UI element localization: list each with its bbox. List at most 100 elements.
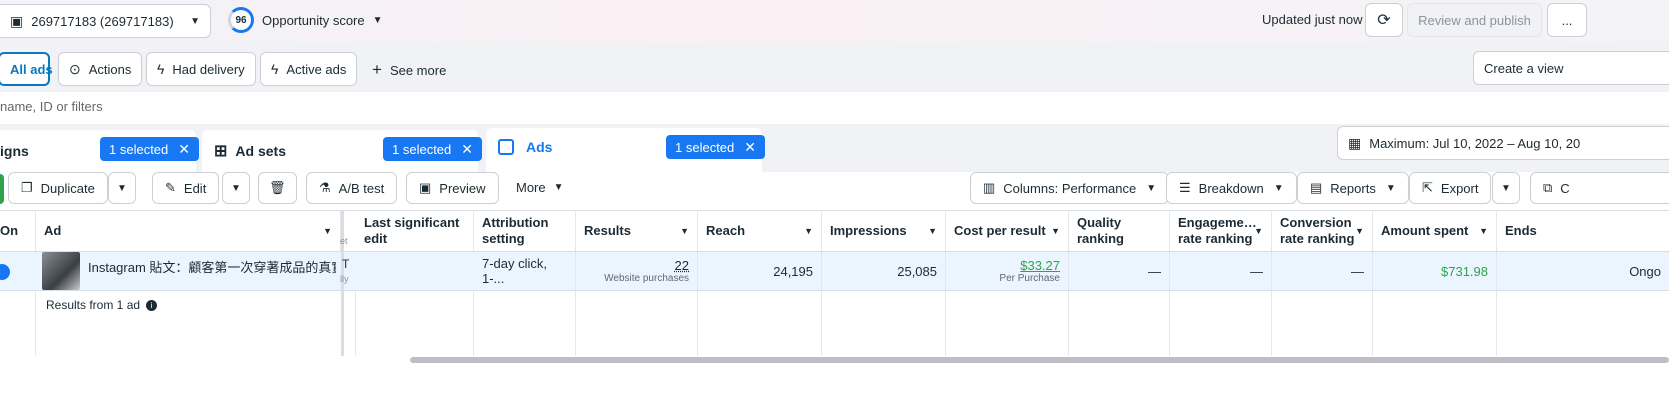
- col-reach[interactable]: Reach ▼: [698, 210, 822, 252]
- col-impressions[interactable]: Impressions ▼: [822, 210, 946, 252]
- sort-icon[interactable]: ▼: [323, 223, 332, 239]
- export-dropdown[interactable]: ▼: [1492, 172, 1520, 204]
- close-icon[interactable]: ✕: [744, 139, 756, 156]
- delete-button[interactable]: 🗑: [258, 172, 297, 204]
- score-value: 96: [235, 14, 247, 26]
- columns-button[interactable]: ▥ Columns: Performance ▼: [970, 172, 1170, 204]
- col-engagement[interactable]: Engageme… rate ranking ▼: [1170, 210, 1272, 252]
- sort-icon[interactable]: ▼: [1479, 223, 1488, 239]
- footer-area: [0, 356, 1669, 404]
- sort-icon[interactable]: ▼: [680, 223, 689, 239]
- ads-selected-chip[interactable]: 1 selected ✕: [666, 135, 765, 159]
- ab-test-button[interactable]: ⚗ A/B test: [306, 172, 398, 204]
- opportunity-score-button[interactable]: Opportunity score ▼: [262, 13, 383, 28]
- grid-icon: ⊞: [214, 143, 228, 160]
- col-ends[interactable]: Ends: [1497, 210, 1669, 252]
- close-icon[interactable]: ✕: [178, 141, 190, 158]
- refresh-button[interactable]: ⟳: [1365, 3, 1403, 37]
- columns-icon: ▥: [983, 180, 996, 195]
- sort-icon[interactable]: ▼: [1051, 223, 1060, 239]
- duplicate-dropdown[interactable]: ▼: [108, 172, 136, 204]
- search-input[interactable]: name, ID or filters: [0, 99, 103, 114]
- edit-dropdown[interactable]: ▼: [222, 172, 250, 204]
- column-line: [1496, 290, 1497, 356]
- plus-icon: +: [372, 60, 382, 79]
- ad-sets-selected-chip[interactable]: 1 selected ✕: [383, 137, 482, 161]
- chevron-down-icon: ▼: [190, 15, 200, 27]
- chart-button[interactable]: ⧉ C: [1530, 172, 1669, 204]
- results-summary-label: Results from 1 ad: [46, 298, 141, 312]
- search-bar[interactable]: [0, 92, 1669, 124]
- col-cost[interactable]: Cost per result ▼: [946, 210, 1069, 252]
- col-last-edit[interactable]: Last significant edit: [356, 210, 474, 252]
- preview-button[interactable]: ▣ Preview: [406, 172, 499, 204]
- results-sub: Website purchases: [604, 273, 689, 284]
- duplicate-icon: ❐: [21, 180, 33, 195]
- info-icon[interactable]: i: [146, 299, 158, 311]
- cost-value[interactable]: $33.27: [1020, 258, 1060, 273]
- sort-icon[interactable]: ▼: [804, 223, 813, 239]
- review-publish-label: Review and publish: [1418, 12, 1531, 28]
- header-results: Results: [584, 223, 631, 238]
- col-on[interactable]: On: [0, 210, 36, 252]
- col-quality[interactable]: Quality ranking: [1069, 210, 1170, 252]
- ad-name-link[interactable]: Instagram 貼文：顧客第一次穿著成品的真實...: [88, 257, 336, 276]
- chevron-down-icon: ▼: [231, 182, 241, 194]
- sort-icon[interactable]: ▼: [1355, 223, 1364, 239]
- export-button[interactable]: ⇱ Export: [1409, 172, 1492, 204]
- results-value[interactable]: 22: [675, 258, 689, 273]
- chevron-down-icon: ▼: [1385, 182, 1396, 194]
- duplicate-button[interactable]: ❐ Duplicate: [8, 172, 108, 204]
- header-attribution: Attribution setting: [482, 215, 549, 246]
- header-ends: Ends: [1505, 223, 1537, 238]
- active-ads-filter[interactable]: ϟ Active ads: [260, 52, 358, 86]
- account-selector[interactable]: ▣ 269717183 (269717183) ▼: [0, 4, 211, 38]
- duplicate-label: Duplicate: [40, 180, 95, 196]
- review-publish-button[interactable]: Review and publish: [1407, 3, 1542, 37]
- create-view-label: Create a view: [1484, 60, 1564, 76]
- breakdown-button[interactable]: ☰ Breakdown ▼: [1166, 172, 1297, 204]
- column-line: [35, 290, 36, 356]
- see-more-button[interactable]: + See more: [372, 60, 446, 80]
- col-amount[interactable]: Amount spent ▼: [1373, 210, 1497, 252]
- chevron-down-icon: ▼: [372, 15, 383, 26]
- had-delivery-label: Had delivery: [172, 61, 245, 77]
- create-view-button[interactable]: Create a view: [1473, 51, 1669, 85]
- cell-engagement: —: [1170, 252, 1272, 290]
- ad-sets-label: Ad sets: [235, 143, 286, 159]
- all-ads-filter[interactable]: All ads: [0, 52, 53, 86]
- horizontal-scrollbar[interactable]: [410, 357, 1669, 363]
- reports-icon: ▤: [1310, 180, 1323, 195]
- date-range-picker[interactable]: ▦ Maximum: Jul 10, 2022 – Aug 10, 20: [1337, 126, 1669, 160]
- had-delivery-filter[interactable]: ϟ Had delivery: [146, 52, 256, 86]
- campaigns-selected-chip[interactable]: 1 selected ✕: [100, 137, 199, 161]
- col-attribution[interactable]: Attribution setting: [474, 210, 576, 252]
- col-results[interactable]: Results ▼: [576, 210, 698, 252]
- actions-filter[interactable]: ⊙ Actions: [58, 52, 143, 86]
- cell-ends: Ongo: [1497, 252, 1669, 290]
- cost-sub: Per Purchase: [999, 273, 1060, 284]
- tab-campaigns-label: igns: [0, 143, 29, 159]
- more-button[interactable]: More ▼: [516, 180, 564, 195]
- header-partial: et: [340, 236, 348, 246]
- refresh-icon: ⟳: [1377, 12, 1391, 29]
- preview-label: Preview: [439, 180, 486, 196]
- more-options-button[interactable]: ...: [1547, 3, 1587, 37]
- close-icon[interactable]: ✕: [461, 141, 473, 158]
- edit-label: Edit: [183, 180, 207, 196]
- sort-icon[interactable]: ▼: [1254, 223, 1263, 239]
- reports-button[interactable]: ▤ Reports ▼: [1297, 172, 1409, 204]
- see-more-label: See more: [389, 62, 447, 78]
- account-icon: ▣: [10, 12, 24, 29]
- col-conversion[interactable]: Conversion rate ranking ▼: [1272, 210, 1373, 252]
- account-label: 269717183 (269717183): [31, 13, 174, 29]
- cell-cost: $33.27 Per Purchase: [946, 252, 1069, 290]
- amount-value: $731.98: [1441, 263, 1488, 279]
- col-ad[interactable]: Ad ▼: [36, 210, 341, 252]
- cell-quality: —: [1069, 252, 1170, 290]
- create-button-edge[interactable]: [0, 174, 4, 204]
- sort-icon[interactable]: ▼: [928, 223, 937, 239]
- results-summary: Results from 1 ad i: [46, 298, 158, 312]
- edit-button[interactable]: ✎ Edit: [152, 172, 220, 204]
- preview-icon: ▣: [419, 180, 432, 195]
